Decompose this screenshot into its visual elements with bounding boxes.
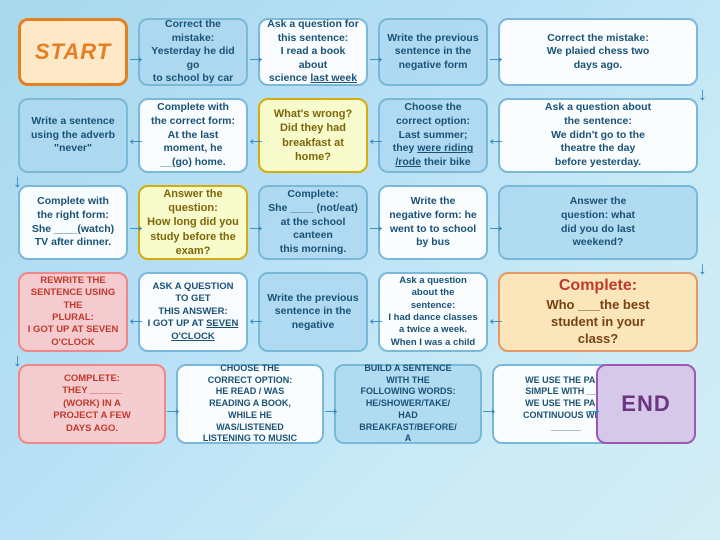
arrow-r5-3: → [479,398,499,421]
arrow-r1-2: → [246,46,266,69]
cell-r5c3: BUILD A SENTENCEWITH THEFOLLOWING WORDS:… [334,364,482,444]
end-label: END [621,390,670,419]
cell-r2c1: Write a sentenceusing the adverb"never" [18,98,128,173]
end-cell: END [596,364,696,444]
game-board: START Correct the mistake:Yesterday he d… [8,8,712,532]
arrow-r5-4: → [583,398,603,421]
cell-r2c2: Complete withthe correct form:At the las… [138,98,248,173]
cell-r4c5: Complete:Who ___the beststudent in yourc… [498,272,698,352]
arrow-r1-3: → [366,46,386,69]
arrow-r4-2: → [246,308,266,331]
cell-r1c3: Ask a question forthis sentence:I read a… [258,18,368,86]
cell-r1c2: Correct the mistake:Yesterday he did got… [138,18,248,86]
cell-r4c2: ASK A QUESTION TO GETTHIS ANSWER:I GOT U… [138,272,248,352]
arrow-r4-1: → [126,308,146,331]
start-label: START [35,38,111,67]
cell-r1c4: Write the previoussentence in thenegativ… [378,18,488,86]
cell-r4c3: Write the previoussentence in thenegativ… [258,272,368,352]
cell-r5c2: CHOOSE THECORRECT OPTION:HE READ / WASRE… [176,364,324,444]
arrow-down-r3: ↓ [698,258,707,279]
cell-r2c3: What's wrong?Did they hadbreakfast athom… [258,98,368,173]
arrow-down-r1: ↓ [698,84,707,105]
arrow-r2-4: → [486,128,506,151]
arrow-r1-4: → [486,46,506,69]
cell-r2c4: Choose thecorrect option:Last summer;the… [378,98,488,173]
arrow-r3-1: → [126,215,146,238]
arrow-down-r2: ↓ [13,171,22,192]
arrow-r3-2: → [246,215,266,238]
arrow-r5-2: → [321,398,341,421]
cell-r3c2: Answer thequestion:How long did youstudy… [138,185,248,260]
arrow-r1-1: → [126,46,146,69]
cell-r3c4: Write thenegative form: hewent to to sch… [378,185,488,260]
cell-r5c1: COMPLETE:THEY ______(WORK) IN APROJECT A… [18,364,166,444]
cell-r4c1: REWRITE THESENTENCE USING THEPLURAL:I GO… [18,272,128,352]
start-cell: START [18,18,128,86]
arrow-r5-1: → [163,398,183,421]
arrow-r3-4: → [486,215,506,238]
cell-r3c3: Complete:She ____ (not/eat)at the school… [258,185,368,260]
arrow-r2-3: → [366,128,386,151]
cell-r2c5: Ask a question aboutthe sentence:We didn… [498,98,698,173]
arrow-r3-3: → [366,215,386,238]
cell-r3c1: Complete withthe right form:She ____(wat… [18,185,128,260]
cell-r1c5: Correct the mistake:We plaied chess twod… [498,18,698,86]
arrow-down-r4: ↓ [13,350,22,371]
cell-r4c4: Ask a questionabout thesentence:I had da… [378,272,488,352]
cell-r3c5: Answer thequestion: whatdid you do lastw… [498,185,698,260]
arrow-r4-3: → [366,308,386,331]
arrow-r2-2: → [246,128,266,151]
arrow-r4-4: → [486,308,506,331]
arrow-r2-1: → [126,128,146,151]
